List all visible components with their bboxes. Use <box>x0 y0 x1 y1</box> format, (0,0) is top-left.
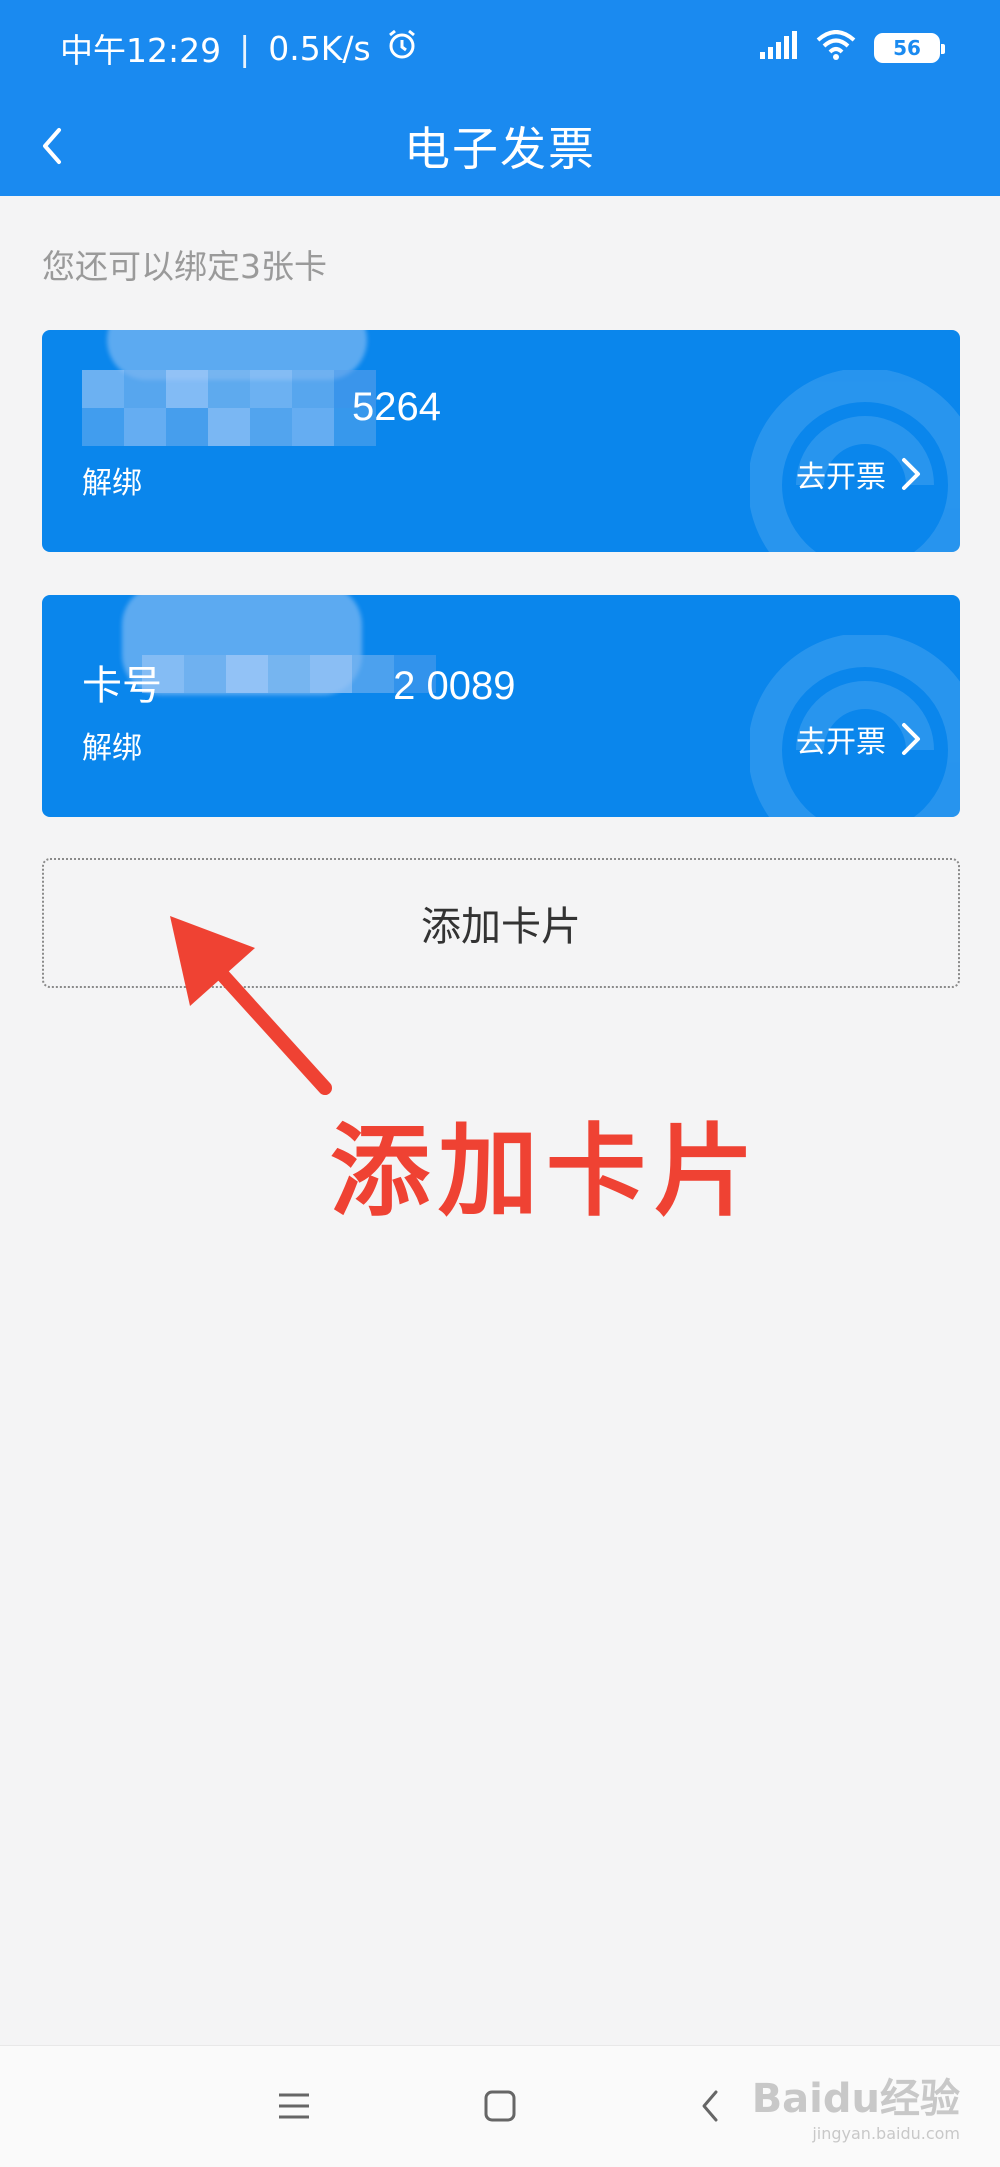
menu-icon <box>279 2093 309 2119</box>
issue-invoice-label: 去开票 <box>796 725 886 760</box>
issue-invoice-button[interactable]: 去开票 <box>796 452 922 496</box>
issue-invoice-label: 去开票 <box>796 460 886 495</box>
bind-limit-hint: 您还可以绑定3张卡 <box>42 247 327 286</box>
battery-icon: 56 <box>874 33 945 63</box>
unbind-button[interactable]: 解绑 <box>82 723 142 767</box>
issue-invoice-button[interactable]: 去开票 <box>796 717 922 761</box>
card-number-suffix: 2 0089 <box>393 664 516 708</box>
chevron-right-icon <box>902 723 920 755</box>
card-number: 卡号 2 0089 <box>82 653 515 711</box>
card-number: 5264 <box>82 385 441 430</box>
baidu-watermark: Baidu经验 jingyan.baidu.com <box>752 2066 960 2143</box>
app-header: 电子发票 <box>0 96 1000 196</box>
wifi-icon <box>816 29 856 68</box>
card-number-suffix: 5264 <box>352 385 441 429</box>
chevron-right-icon <box>902 458 920 490</box>
signal-icon <box>758 29 798 68</box>
watermark-brand: Baidu经验 <box>751 2076 960 2122</box>
chevron-left-icon <box>702 2090 718 2122</box>
status-separator: | <box>239 28 251 68</box>
status-network-speed: 0.5K/s <box>268 28 371 68</box>
bound-card: 5264 解绑 去开票 <box>42 330 960 552</box>
annotation-arrow-icon <box>170 916 332 1095</box>
watermark-url: jingyan.baidu.com <box>812 2124 960 2143</box>
recent-apps-button[interactable] <box>264 2076 324 2136</box>
home-button[interactable] <box>470 2076 530 2136</box>
square-icon <box>484 2090 516 2122</box>
card-number-prefix: 卡号 <box>82 664 162 708</box>
status-bar: 中午12:29 | 0.5K/s 56 <box>0 0 1000 96</box>
alarm-icon <box>385 27 419 69</box>
chevron-left-icon <box>43 128 61 164</box>
bound-card: 卡号 2 0089 解绑 去开票 <box>42 595 960 817</box>
system-nav-bar: Baidu经验 jingyan.baidu.com <box>0 2045 1000 2167</box>
system-back-button[interactable] <box>680 2076 740 2136</box>
back-button[interactable] <box>22 116 82 176</box>
status-time: 中午12:29 <box>60 31 222 70</box>
page-title: 电子发票 <box>404 122 596 176</box>
unbind-button[interactable]: 解绑 <box>82 458 142 502</box>
annotation-label: 添加卡片 <box>330 1113 762 1230</box>
